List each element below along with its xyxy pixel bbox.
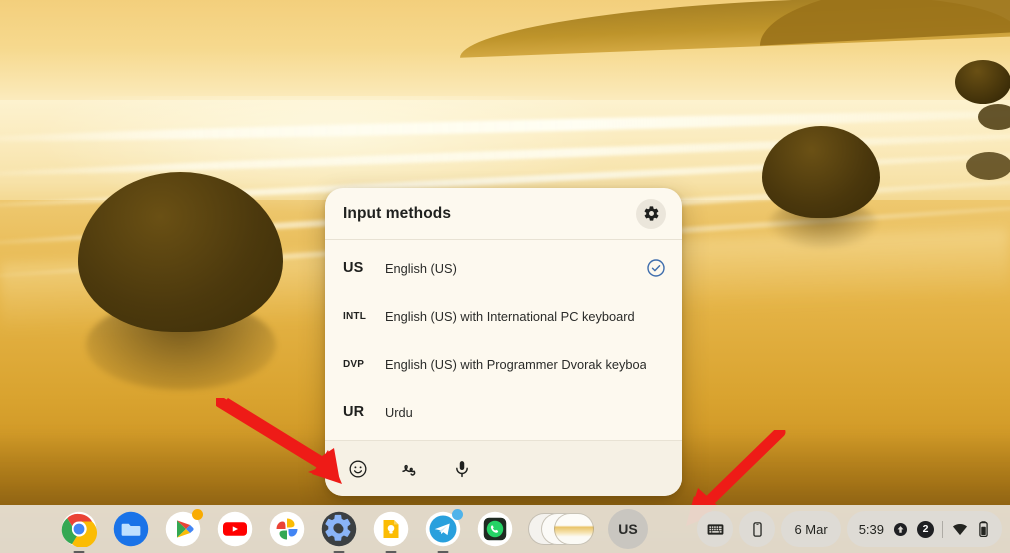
input-method-row-intl[interactable]: INTL English (US) with International PC … bbox=[325, 292, 682, 340]
shelf-item-youtube[interactable] bbox=[216, 510, 254, 548]
emoji-icon bbox=[349, 460, 367, 477]
shelf: US 6 Mar 5:39 2 bbox=[0, 505, 1010, 553]
photos-icon bbox=[269, 511, 305, 547]
input-tools-bar bbox=[325, 440, 682, 496]
app-notification-badge bbox=[192, 509, 203, 520]
input-method-shelf-button[interactable]: US bbox=[608, 509, 648, 549]
update-available-icon bbox=[893, 522, 908, 536]
input-method-label: Urdu bbox=[385, 404, 413, 420]
selected-check-icon bbox=[647, 259, 665, 277]
handwriting-icon bbox=[402, 464, 416, 476]
input-method-label: English (US) bbox=[385, 260, 457, 276]
emoji-button[interactable] bbox=[345, 456, 371, 482]
input-method-label: English (US) with International PC keybo… bbox=[385, 308, 635, 324]
keyboard-icon bbox=[707, 523, 724, 535]
input-method-row-dvp[interactable]: DVP English (US) with Programmer Dvorak … bbox=[325, 340, 682, 388]
input-methods-panel: Input methods US English (US) INTL Engli… bbox=[325, 188, 682, 496]
boulder-far-right bbox=[955, 60, 1010, 104]
shelf-item-photos[interactable] bbox=[268, 510, 306, 548]
input-methods-header: Input methods bbox=[325, 188, 682, 240]
date-tray-button[interactable]: 6 Mar bbox=[781, 511, 841, 547]
input-method-abbr: UR bbox=[343, 404, 365, 420]
files-icon bbox=[113, 511, 149, 547]
system-tray-button[interactable]: 5:39 2 bbox=[846, 511, 1002, 547]
battery-icon bbox=[979, 521, 988, 537]
input-method-row-ur[interactable]: UR Urdu bbox=[325, 388, 682, 436]
wifi-icon bbox=[952, 523, 968, 536]
status-area: 6 Mar 5:39 2 bbox=[697, 509, 1002, 549]
microphone-icon bbox=[456, 460, 468, 477]
page-title: Input methods bbox=[343, 204, 452, 222]
window-previews[interactable] bbox=[528, 510, 594, 548]
shelf-item-chrome[interactable] bbox=[60, 510, 98, 553]
shelf-app-list: US bbox=[60, 505, 648, 553]
clock-label: 5:39 bbox=[858, 521, 884, 537]
shelf-item-telegram[interactable] bbox=[424, 509, 463, 553]
input-method-label: English (US) with Programmer Dvorak keyb… bbox=[385, 356, 646, 372]
gear-icon bbox=[644, 206, 658, 221]
phone-icon bbox=[753, 521, 762, 537]
shelf-item-keep[interactable] bbox=[372, 510, 410, 553]
input-methods-list: US English (US) INTL English (US) with I… bbox=[325, 240, 682, 440]
handwriting-button[interactable] bbox=[397, 456, 423, 482]
check-placeholder bbox=[646, 306, 666, 326]
whatsapp-icon bbox=[477, 511, 513, 547]
input-method-abbr: DVP bbox=[343, 358, 365, 370]
keep-icon bbox=[373, 511, 409, 547]
boulder-far-right-small bbox=[966, 152, 1010, 180]
settings-icon bbox=[321, 511, 357, 547]
youtube-icon bbox=[217, 511, 253, 547]
input-method-row-us[interactable]: US English (US) bbox=[325, 244, 682, 292]
shelf-item-whatsapp[interactable] bbox=[476, 510, 514, 548]
phone-hub-button[interactable] bbox=[739, 511, 776, 547]
boulder-right bbox=[762, 126, 880, 218]
chromeos-desktop: Input methods US English (US) INTL Engli… bbox=[0, 0, 1010, 553]
notification-count-badge: 2 bbox=[917, 520, 934, 538]
input-method-abbr: US bbox=[343, 260, 364, 276]
voice-input-button[interactable] bbox=[449, 456, 475, 482]
app-notification-badge bbox=[452, 509, 463, 520]
check-placeholder bbox=[646, 354, 666, 374]
shelf-item-settings[interactable] bbox=[320, 510, 358, 553]
check-placeholder bbox=[646, 402, 666, 422]
tray-divider bbox=[942, 520, 943, 538]
chrome-icon bbox=[61, 511, 97, 547]
window-preview-thumbnail[interactable] bbox=[554, 513, 594, 545]
boulder-far-right-small bbox=[978, 104, 1010, 130]
onscreen-keyboard-button[interactable] bbox=[697, 511, 734, 547]
shelf-item-play-store[interactable] bbox=[164, 509, 203, 548]
input-settings-button[interactable] bbox=[636, 198, 666, 229]
input-method-abbr: INTL bbox=[343, 310, 367, 322]
shelf-item-files[interactable] bbox=[112, 510, 150, 548]
